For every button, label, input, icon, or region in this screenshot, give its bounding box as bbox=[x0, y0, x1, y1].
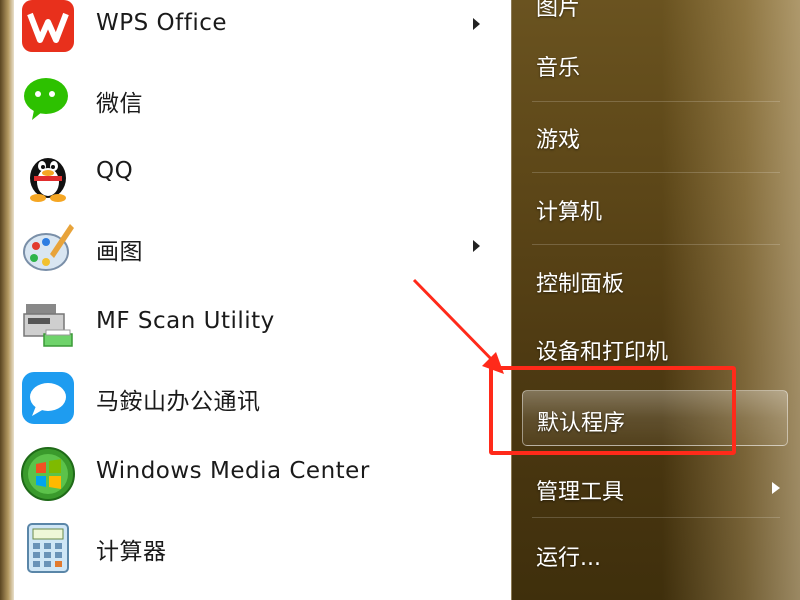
chat-bubble-icon bbox=[22, 372, 74, 424]
right-item-label: 图片 bbox=[536, 0, 581, 21]
right-item-music[interactable]: 音乐 bbox=[522, 36, 788, 92]
right-item-label: 运行... bbox=[536, 546, 601, 571]
qq-penguin-icon bbox=[30, 158, 66, 202]
right-item-label: 游戏 bbox=[536, 128, 581, 153]
right-item-label: 管理工具 bbox=[536, 480, 625, 505]
right-item-label: 音乐 bbox=[536, 56, 581, 81]
menu-separator bbox=[532, 244, 780, 245]
scanner-icon bbox=[23, 304, 73, 347]
right-item-control-panel[interactable]: 控制面板 bbox=[522, 252, 788, 308]
right-item-label: 设备和打印机 bbox=[536, 340, 669, 365]
program-label: WPS Office bbox=[96, 10, 228, 36]
calculator-icon bbox=[27, 523, 69, 573]
program-item-qq[interactable]: QQ bbox=[14, 136, 512, 210]
menu-left-edge bbox=[0, 0, 14, 600]
right-item-admin-tools[interactable]: 管理工具 bbox=[522, 460, 788, 516]
program-label: 计算器 bbox=[96, 539, 167, 565]
submenu-arrow-icon bbox=[772, 482, 780, 494]
start-menu-right-panel: 图片 音乐 游戏 计算机 控制面板 设备和打印机 默认程序 管理工具 运行... bbox=[512, 0, 800, 600]
program-item-calculator[interactable]: 计算器 bbox=[14, 510, 512, 584]
program-item-windows-media-center[interactable]: Windows Media Center bbox=[14, 436, 512, 510]
program-label: 马銨山办公通讯 bbox=[96, 389, 261, 415]
paint-palette-icon bbox=[23, 224, 74, 271]
right-item-pictures[interactable]: 图片 bbox=[522, 0, 788, 32]
menu-separator bbox=[532, 172, 780, 173]
program-item-wps-office[interactable]: WPS Office bbox=[14, 0, 512, 62]
menu-separator bbox=[532, 101, 780, 102]
program-label: 微信 bbox=[96, 91, 143, 117]
windows-media-center-icon bbox=[21, 447, 75, 501]
right-item-label: 计算机 bbox=[536, 200, 603, 225]
wps-office-icon bbox=[22, 0, 74, 52]
submenu-arrow-icon bbox=[473, 18, 480, 30]
right-item-label: 控制面板 bbox=[536, 272, 625, 297]
program-label: Windows Media Center bbox=[96, 458, 370, 484]
menu-separator bbox=[532, 517, 780, 518]
program-label: MF Scan Utility bbox=[96, 308, 275, 334]
program-item-wechat[interactable]: 微信 bbox=[14, 62, 512, 136]
wechat-icon bbox=[24, 78, 68, 120]
right-item-computer[interactable]: 计算机 bbox=[522, 180, 788, 236]
submenu-arrow-icon bbox=[473, 240, 480, 252]
right-item-run[interactable]: 运行... bbox=[522, 526, 788, 582]
annotation-highlight-box bbox=[489, 366, 736, 455]
right-item-games[interactable]: 游戏 bbox=[522, 108, 788, 164]
program-label: QQ bbox=[96, 158, 134, 184]
program-label: 画图 bbox=[96, 239, 143, 265]
